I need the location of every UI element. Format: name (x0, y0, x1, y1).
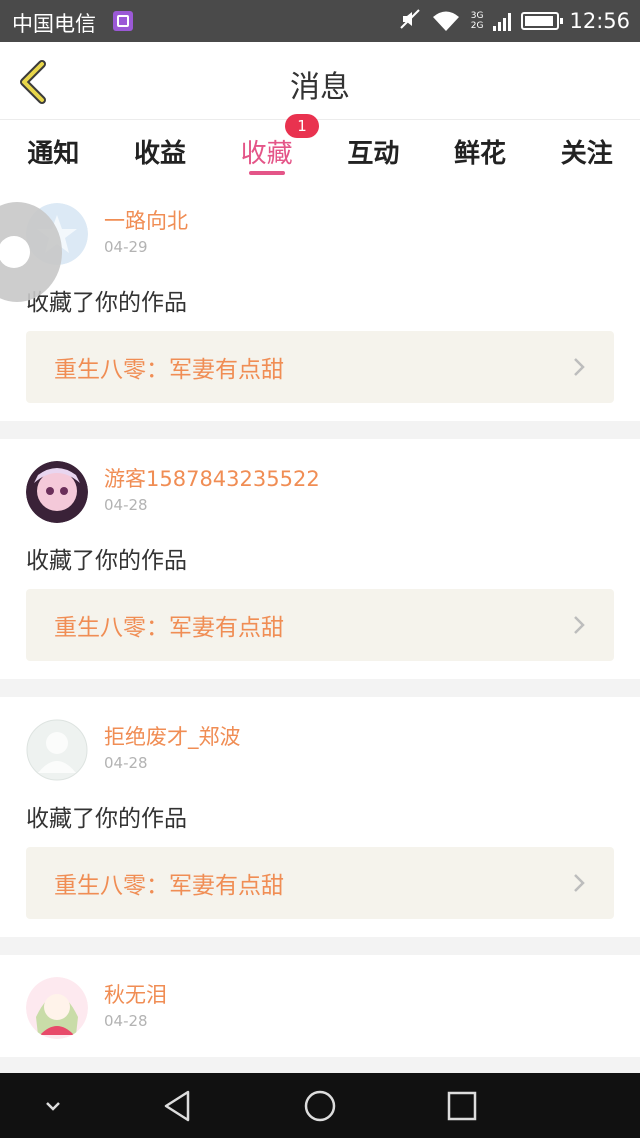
avatar[interactable] (26, 719, 88, 781)
chevron-right-icon (574, 616, 585, 634)
avatar[interactable] (26, 977, 88, 1039)
list-item: 秋无泪 04-28 (0, 955, 640, 1057)
network-type: 3G 2G (471, 11, 484, 31)
user-name[interactable]: 拒绝废才_郑波 (104, 721, 241, 751)
hide-nav-icon[interactable] (36, 1089, 70, 1123)
user-name[interactable]: 秋无泪 (104, 979, 167, 1009)
signal-icon (493, 11, 512, 31)
tab-notifications[interactable]: 通知 (0, 121, 107, 181)
message-date: 04-28 (104, 754, 148, 772)
mute-icon (399, 8, 421, 35)
active-tab-indicator (249, 171, 286, 175)
tab-label: 关注 (560, 139, 613, 169)
tab-bar: 通知 收益 收藏 互动 鲜花 关注 (0, 121, 640, 181)
status-icons: 3G 2G 12:56 (399, 6, 630, 36)
action-text: 收藏了你的作品 (26, 806, 187, 832)
wifi-icon (431, 10, 461, 32)
tab-label: 鲜花 (454, 139, 507, 169)
home-nav-icon[interactable] (303, 1089, 337, 1123)
gallery-notification-icon (113, 11, 133, 31)
page-title: 消息 (290, 70, 350, 105)
message-date: 04-28 (104, 496, 148, 514)
tab-flowers[interactable]: 鲜花 (427, 121, 534, 181)
unread-badge: 1 (285, 114, 319, 138)
user-name[interactable]: 游客1587843235522 (104, 463, 320, 493)
message-list[interactable]: 一路向北 04-29 收藏了你的作品 重生八零：军妻有点甜 游客15878432… (0, 181, 640, 1073)
status-bar: 中国电信 3G 2G 12:56 (0, 0, 640, 42)
work-title: 重生八零：军妻有点甜 (54, 615, 284, 641)
tab-earnings[interactable]: 收益 (107, 121, 214, 181)
battery-icon (521, 12, 564, 30)
tab-label: 通知 (27, 139, 80, 169)
list-item: 拒绝废才_郑波 04-28 收藏了你的作品 重生八零：军妻有点甜 (0, 697, 640, 937)
work-link[interactable]: 重生八零：军妻有点甜 (26, 331, 614, 403)
user-silhouette-icon (26, 719, 88, 781)
recents-nav-icon[interactable] (445, 1089, 479, 1123)
work-title: 重生八零：军妻有点甜 (54, 873, 284, 899)
message-date: 04-28 (104, 1012, 148, 1030)
action-text: 收藏了你的作品 (26, 290, 187, 316)
work-link[interactable]: 重生八零：军妻有点甜 (26, 589, 614, 661)
tab-label: 收藏 (240, 139, 293, 169)
app-header: 消息 (0, 42, 640, 120)
tab-label: 收益 (134, 139, 187, 169)
list-item: 一路向北 04-29 收藏了你的作品 重生八零：军妻有点甜 (0, 181, 640, 421)
system-navigation-bar (0, 1073, 640, 1138)
chevron-right-icon (574, 358, 585, 376)
network-type-3g: 3G (470, 11, 484, 21)
message-date: 04-29 (104, 238, 148, 256)
avatar[interactable] (26, 461, 88, 523)
work-title: 重生八零：军妻有点甜 (54, 357, 284, 383)
tab-label: 互动 (347, 139, 400, 169)
network-type-2g: 2G (470, 21, 484, 31)
tab-interactions[interactable]: 互动 (320, 121, 427, 181)
anime-girl-avatar-icon (26, 977, 88, 1039)
chevron-right-icon (574, 874, 585, 892)
clock: 12:56 (569, 9, 630, 33)
carrier-name: 中国电信 (12, 12, 96, 36)
user-name[interactable]: 一路向北 (104, 205, 188, 235)
work-link[interactable]: 重生八零：军妻有点甜 (26, 847, 614, 919)
tab-follows[interactable]: 关注 (533, 121, 640, 181)
back-nav-icon[interactable] (160, 1089, 194, 1123)
list-item: 游客1587843235522 04-28 收藏了你的作品 重生八零：军妻有点甜 (0, 439, 640, 679)
action-text: 收藏了你的作品 (26, 548, 187, 574)
anime-avatar-icon (26, 461, 88, 523)
